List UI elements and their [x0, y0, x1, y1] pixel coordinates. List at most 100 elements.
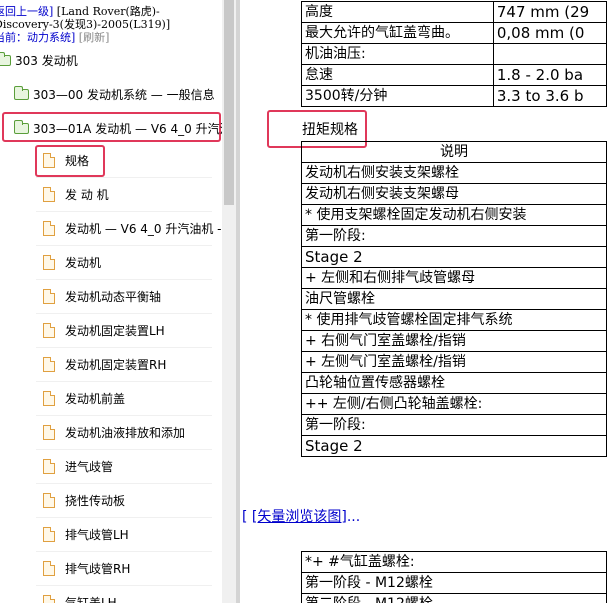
- tree-leaf-label: 进气歧管: [65, 460, 114, 474]
- sidebar-scrollbar[interactable]: [222, 0, 236, 603]
- folder-icon: [14, 86, 29, 100]
- leaf-separator: [36, 415, 212, 416]
- tree-leaf-item[interactable]: 挠性传动板: [43, 492, 125, 509]
- torque-description: + 左侧气门室盖螺栓/指销: [301, 351, 607, 373]
- spec-value: 0,08 mm (0: [492, 22, 607, 44]
- tree-leaf-item[interactable]: 发动机油液排放和添加: [43, 424, 185, 441]
- leaf-separator: [36, 585, 212, 586]
- tree-leaf-label: 排气歧管RH: [65, 562, 131, 576]
- table-row: Stage 2: [301, 246, 607, 268]
- torque-description: 第一阶段:: [301, 225, 607, 247]
- spec-label: 机油油压:: [301, 43, 494, 65]
- tree-leaf-item[interactable]: 发动机固定装置LH: [43, 322, 165, 339]
- torque-description: * 使用排气歧管螺栓固定排气系统: [301, 309, 607, 331]
- tree-leaf-label: 发动机固定装置LH: [65, 324, 165, 338]
- vector-view-link-wrap: [ [矢量浏览该图]...: [242, 506, 360, 526]
- torque-description: 油尺管螺栓: [301, 288, 607, 310]
- spec-label: 最大允许的气缸盖弯曲。: [301, 22, 494, 44]
- leaf-separator: [36, 449, 212, 450]
- spec-label: 高度: [301, 1, 494, 23]
- document-icon: [43, 391, 55, 406]
- document-icon: [43, 255, 55, 270]
- document-icon: [43, 323, 55, 338]
- table-row: 第一阶段 - M12螺栓: [301, 572, 607, 594]
- leaf-separator: [36, 245, 212, 246]
- document-icon: [43, 357, 55, 372]
- tree-leaf-label: 排气歧管LH: [65, 528, 129, 542]
- spec-value: [492, 43, 607, 65]
- document-icon: [43, 187, 55, 202]
- tree-leaf-label: 发动机 — V6 4_0 升汽油机 -: [65, 222, 222, 236]
- scrollbar-thumb[interactable]: [224, 0, 234, 205]
- table-row: * 使用支架螺栓固定发动机右侧安装: [301, 204, 607, 226]
- document-icon: [43, 595, 55, 603]
- tree-leaf-label: 发动机动态平衡轴: [65, 290, 162, 304]
- tree-leaf-item[interactable]: 发 动 机: [43, 186, 109, 203]
- tree-leaf-item[interactable]: 排气歧管LH: [43, 526, 129, 543]
- column-header-description: 说明: [301, 141, 607, 163]
- torque-description: Stage 2: [301, 246, 607, 268]
- tree-node-303-00[interactable]: 303—00 发动机系统 — 一般信息: [14, 86, 215, 103]
- table-row: 第一阶段:: [301, 414, 607, 436]
- torque-table: 说明 发动机右侧安装支架螺栓 发动机右侧安装支架螺母 * 使用支架螺栓固定发动机右侧…: [301, 141, 607, 457]
- table-row: * 使用排气歧管螺栓固定排气系统: [301, 309, 607, 331]
- tree-leaf-label: 规格: [65, 154, 90, 168]
- refresh-link[interactable]: [刷新]: [79, 31, 110, 44]
- torque-description: 发动机右侧安装支架螺栓: [301, 162, 607, 184]
- document-icon: [43, 493, 55, 508]
- tree-node-label: 303 发动机: [15, 54, 78, 68]
- tree-leaf-label: 发动机油液排放和添加: [65, 426, 186, 440]
- current-location: 当前：动力系统] [刷新]: [0, 29, 109, 45]
- folder-icon: [0, 52, 11, 66]
- leaf-separator: [36, 483, 212, 484]
- folder-open-icon: [14, 120, 29, 134]
- torque-spec-heading: 扭矩规格: [302, 122, 358, 138]
- spec-value: 1.8 - 2.0 ba: [492, 64, 607, 86]
- tree-leaf-item[interactable]: 发动机 — V6 4_0 升汽油机 -: [43, 220, 222, 237]
- tree-leaf-item[interactable]: 进气歧管: [43, 458, 113, 475]
- document-icon: [43, 153, 55, 168]
- torque-description: 第二阶段 - M12螺栓: [301, 593, 607, 603]
- torque-description: 第一阶段:: [301, 414, 607, 436]
- tree-leaf-item[interactable]: 排气歧管RH: [43, 560, 130, 577]
- torque-description: + 右侧气门室盖螺栓/指销: [301, 330, 607, 352]
- tree-leaf-item[interactable]: 发动机固定装置RH: [43, 356, 166, 373]
- current-label: 当前：: [0, 31, 27, 44]
- torque-description: + 左侧和右侧排气歧管螺母: [301, 267, 607, 289]
- table-row: 油尺管螺栓: [301, 288, 607, 310]
- table-row: *+ #气缸盖螺栓:: [301, 551, 607, 573]
- tree-leaf-item[interactable]: 发动机动态平衡轴: [43, 288, 161, 305]
- table-row: 3500转/分钟 3.3 to 3.6 b: [301, 85, 607, 107]
- table-row: + 左侧和右侧排气歧管螺母: [301, 267, 607, 289]
- document-icon: [43, 459, 55, 474]
- leaf-separator: [36, 551, 212, 552]
- table-row: 第二阶段 - M12螺栓: [301, 593, 607, 603]
- tree-leaf-item[interactable]: 规格: [43, 152, 89, 169]
- document-icon: [43, 561, 55, 576]
- torque-description: 发动机右侧安装支架螺母: [301, 183, 607, 205]
- table-row: 发动机右侧安装支架螺栓: [301, 162, 607, 184]
- tree-node-303[interactable]: 303 发动机: [0, 52, 78, 69]
- table-row: + 右侧气门室盖螺栓/指销: [301, 330, 607, 352]
- navigation-sidebar: 返回上一级] [Land Rover(路虎)- Discovery-3(发现3)…: [0, 0, 222, 603]
- spec-value: 747 mm (29: [492, 1, 607, 23]
- spec-table: 高度 747 mm (29 最大允许的气缸盖弯曲。 0,08 mm (0 机油油压: 怠速…: [301, 1, 607, 107]
- vector-view-link[interactable]: [矢量浏览该图]: [252, 509, 347, 525]
- tree-leaf-item[interactable]: 发动机: [43, 254, 101, 271]
- leaf-separator: [36, 347, 212, 348]
- leaf-separator: [36, 279, 212, 280]
- spec-label: 3500转/分钟: [301, 85, 494, 107]
- tree-leaf-item[interactable]: 气缸盖LH: [43, 594, 117, 603]
- tree-leaf-label: 发 动 机: [65, 188, 109, 202]
- table-row: 第一阶段:: [301, 225, 607, 247]
- tree-node-label: 303—00 发动机系统 — 一般信息: [33, 88, 215, 102]
- document-icon: [43, 221, 55, 236]
- document-content: 高度 747 mm (29 最大允许的气缸盖弯曲。 0,08 mm (0 机油油压: 怠速…: [240, 0, 607, 603]
- tree-leaf-label: 气缸盖LH: [65, 596, 117, 603]
- tree-leaf-item[interactable]: 发动机前盖: [43, 390, 125, 407]
- table-row: ++ 左侧/右侧凸轮轴盖螺栓:: [301, 393, 607, 415]
- current-value-link[interactable]: 动力系统]: [27, 31, 75, 44]
- leaf-separator: [36, 313, 212, 314]
- link-suffix: ...: [346, 509, 361, 525]
- tree-node-303-01a[interactable]: 303—01A 发动机 — V6 4_0 升汽油机: [14, 120, 222, 137]
